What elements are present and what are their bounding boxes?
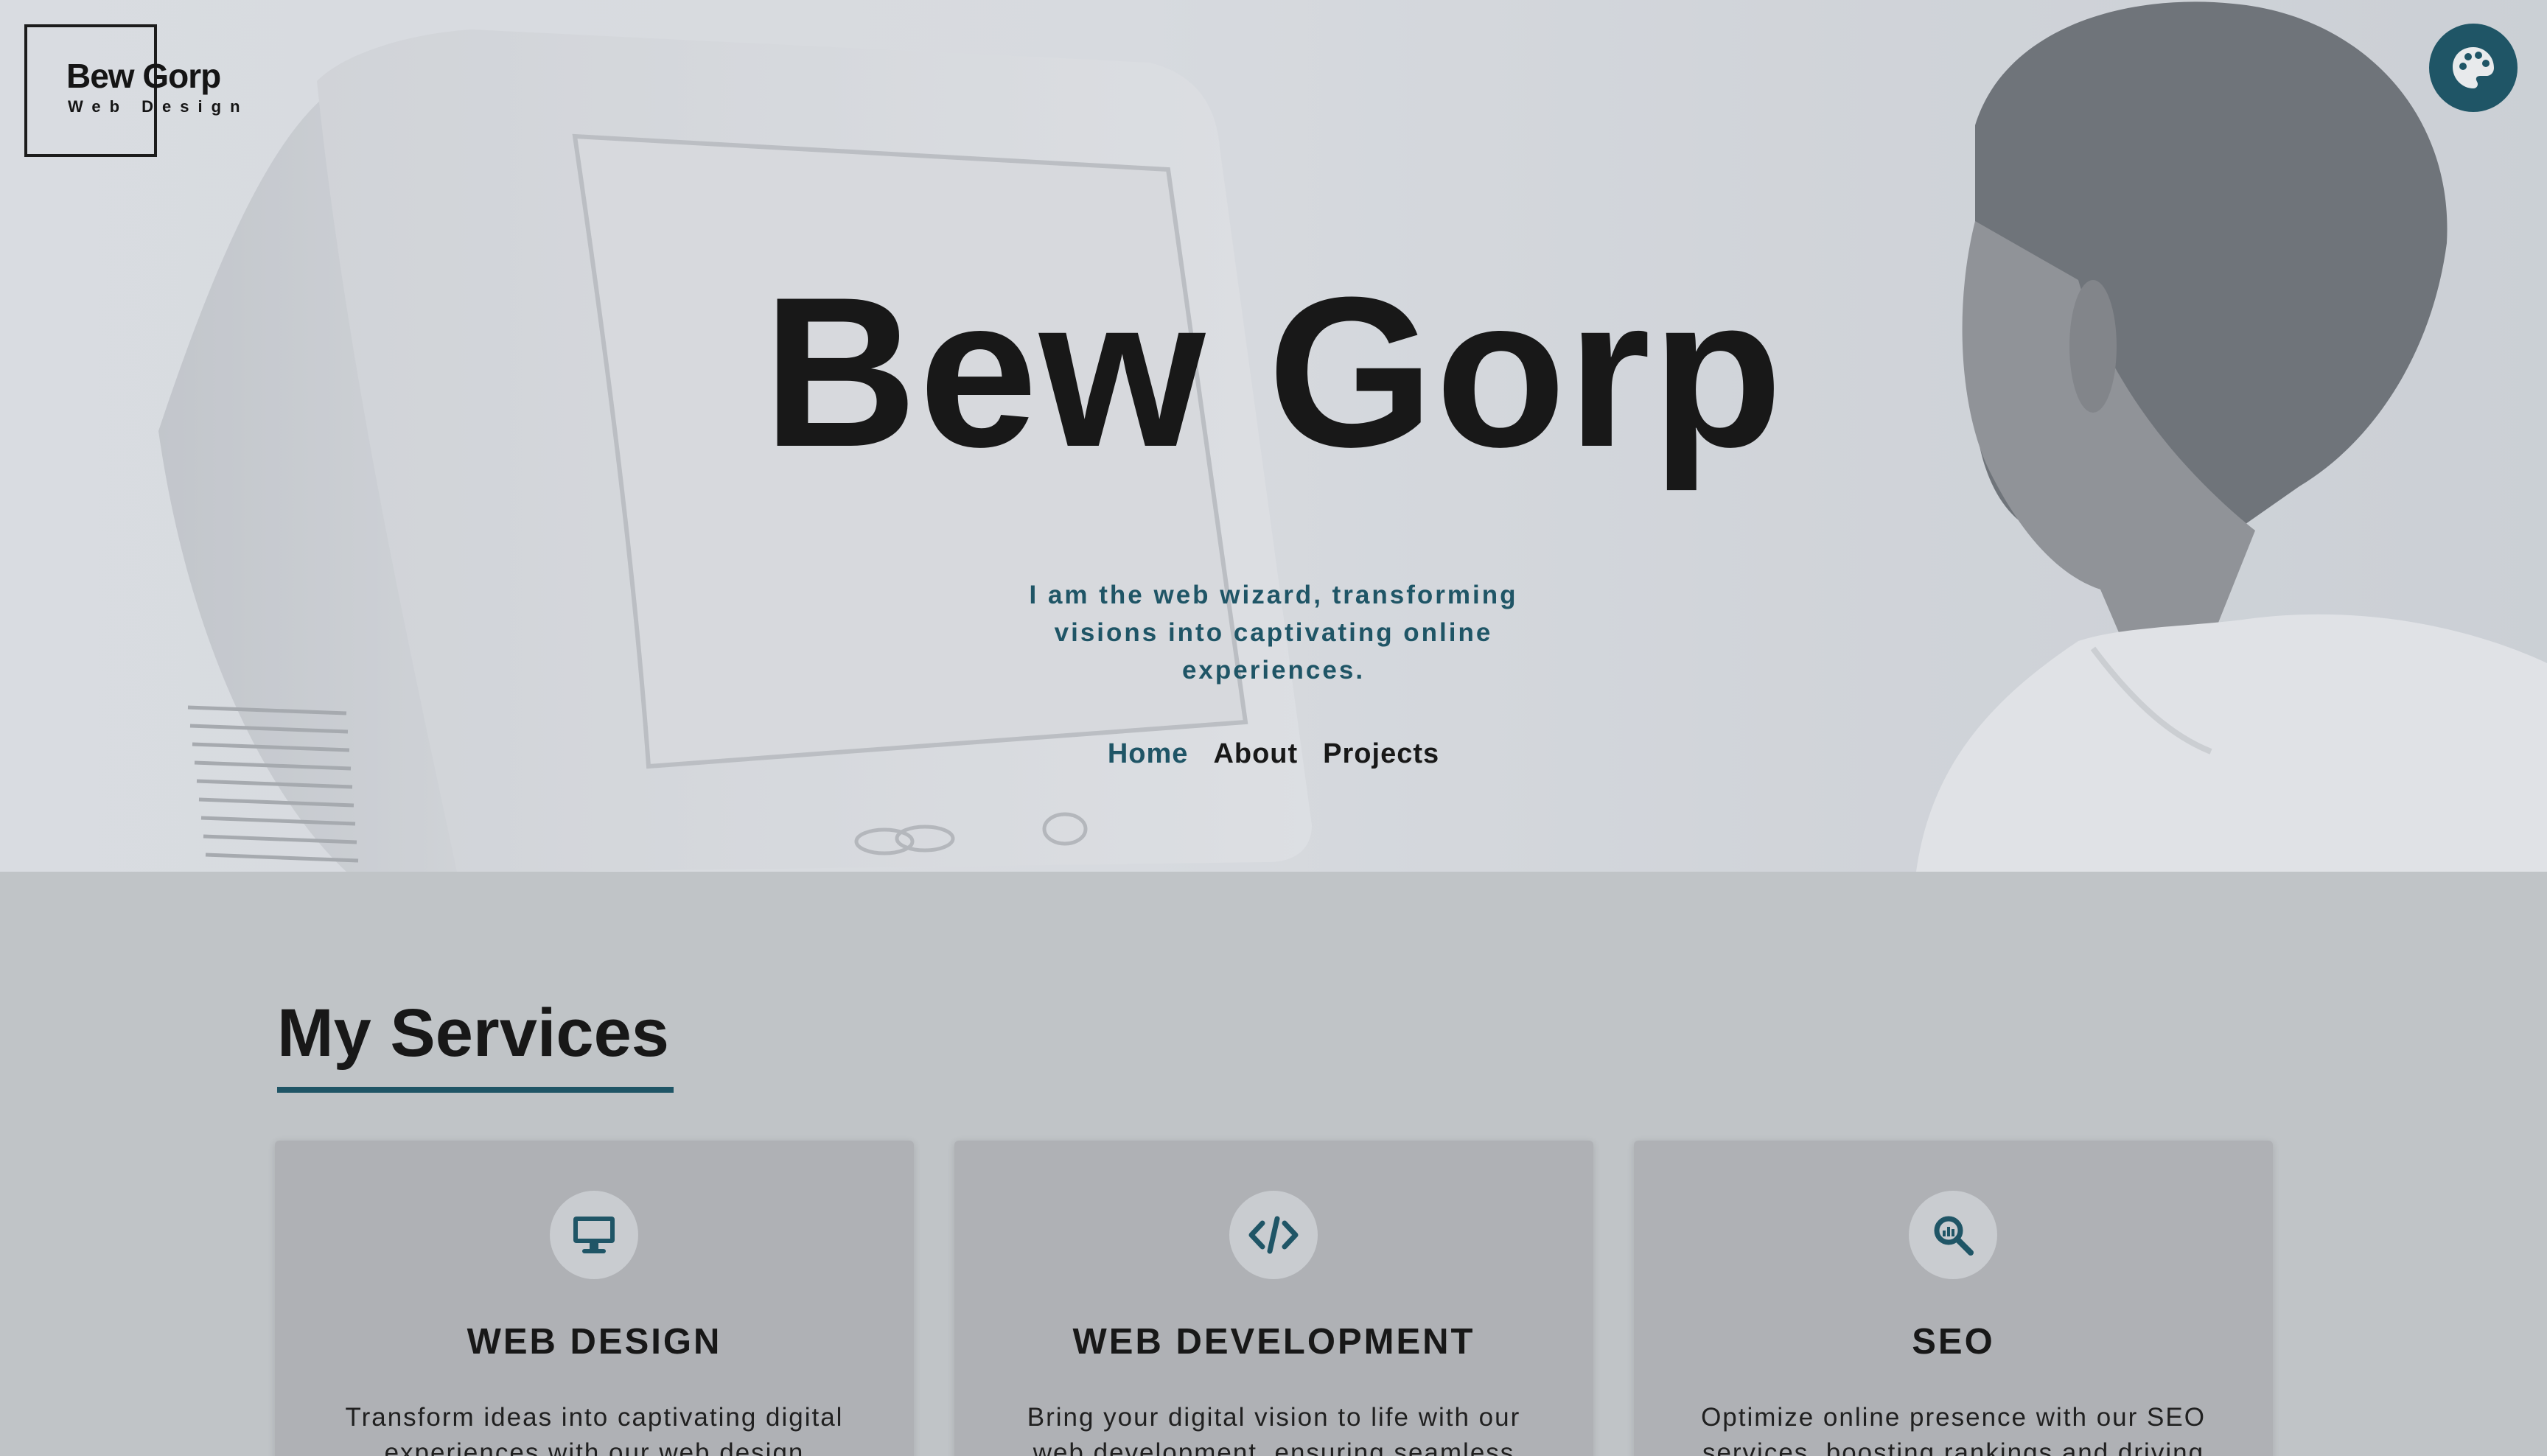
- palette-icon: [2453, 47, 2494, 88]
- nav-link-home[interactable]: Home: [1108, 738, 1189, 770]
- page: Bew Gorp Web Design Bew Gorp I am the we…: [0, 0, 2547, 1456]
- card-description: Optimize online presence with our SEO se…: [1701, 1403, 2206, 1456]
- service-card-web-development: WEB DEVELOPMENT Bring your digital visio…: [954, 1141, 1593, 1456]
- theme-palette-button[interactable]: [2429, 24, 2518, 112]
- card-icon-circle: [550, 1191, 638, 1279]
- card-title: WEB DESIGN: [467, 1322, 722, 1362]
- services-section: My Services WEB DESIGN Transform ideas i…: [0, 872, 2547, 1456]
- code-icon: [1248, 1216, 1299, 1254]
- nav-link-about[interactable]: About: [1213, 738, 1298, 770]
- hero-title: Bew Gorp: [763, 253, 1784, 491]
- card-description: Bring your digital vision to life with o…: [1027, 1403, 1521, 1456]
- main-nav: Home About Projects: [0, 738, 2547, 770]
- service-card-web-design: WEB DESIGN Transform ideas into captivat…: [275, 1141, 914, 1456]
- nav-link-projects[interactable]: Projects: [1323, 738, 1439, 770]
- logo-subtitle: Web Design: [68, 97, 249, 116]
- hero-tagline: I am the web wizard, transforming vision…: [1029, 581, 1518, 685]
- card-title: WEB DEVELOPMENT: [1072, 1322, 1475, 1362]
- service-card-seo: SEO Optimize online presence with our SE…: [1634, 1141, 2273, 1456]
- logo-title[interactable]: Bew Gorp: [66, 56, 221, 96]
- card-description: Transform ideas into captivating digital…: [345, 1403, 844, 1456]
- hero-section: Bew Gorp Web Design Bew Gorp I am the we…: [0, 0, 2547, 872]
- heading-underline: [277, 1087, 674, 1093]
- monitor-icon: [573, 1217, 615, 1253]
- search-analytics-icon: [1934, 1216, 1974, 1256]
- services-heading: My Services: [277, 995, 669, 1071]
- card-title: SEO: [1912, 1322, 1995, 1362]
- card-icon-circle: [1229, 1191, 1318, 1279]
- card-icon-circle: [1909, 1191, 1997, 1279]
